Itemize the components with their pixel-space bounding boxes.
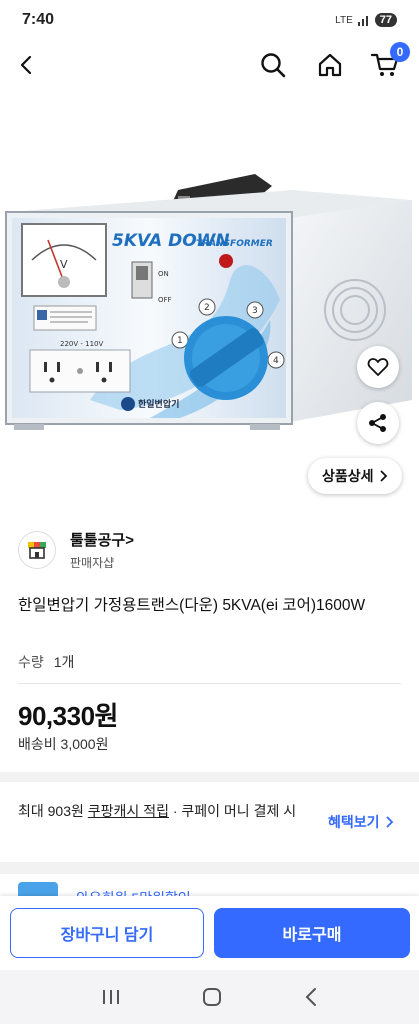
purchase-bar: 장바구니 담기 바로구매 <box>0 896 419 970</box>
divider <box>18 683 401 684</box>
search-button[interactable] <box>256 48 290 82</box>
signal-icon <box>357 16 368 26</box>
price: 90,330원 <box>18 701 118 731</box>
transformer-illustration: 5KVA DOWN TRANSFORMER V ON OFF 1 2 3 4 2… <box>5 174 412 430</box>
on-label: ON <box>158 270 169 278</box>
product-detail-button[interactable]: 상품상세 <box>308 458 402 494</box>
product-detail-label: 상품상세 <box>322 468 374 484</box>
benefit-text: 최대 903원 쿠팡캐시 적립 · 쿠페이 머니 결제 시 <box>18 803 297 819</box>
seller-row[interactable]: 툴툴공구> 판매자샵 <box>18 528 401 572</box>
product-title: 한일변압기 가정용트랜스(다운) 5KVA(ei 코어)1600W <box>18 597 366 614</box>
quantity-row: 수량 1개 <box>18 652 74 672</box>
heart-icon <box>367 358 389 376</box>
status-icons: LTE 77 <box>335 13 397 27</box>
shipping-fee: 배송비 3,000원 <box>18 736 109 752</box>
status-time: 7:40 <box>22 11 55 28</box>
share-icon <box>369 414 386 432</box>
chevron-left-icon <box>20 55 32 75</box>
home-button[interactable] <box>313 48 347 82</box>
chevron-right-icon <box>379 470 387 482</box>
section-divider <box>0 862 419 874</box>
like-button[interactable] <box>357 346 399 388</box>
home-nav-icon[interactable] <box>202 987 222 1007</box>
system-nav-bar <box>0 970 419 1024</box>
product-image[interactable]: 5KVA DOWN TRANSFORMER V ON OFF 1 2 3 4 2… <box>0 100 419 510</box>
add-to-cart-button[interactable]: 장바구니 담기 <box>10 908 204 958</box>
search-icon <box>261 53 286 78</box>
svg-text:V: V <box>60 258 68 271</box>
top-app-bar: 0 <box>0 40 419 88</box>
svg-text:3: 3 <box>252 306 258 316</box>
section-divider <box>0 772 419 782</box>
svg-text:1: 1 <box>177 336 183 346</box>
status-bar: 7:40 LTE 77 <box>0 0 419 40</box>
view-benefits-link[interactable]: 혜택보기 <box>328 812 394 832</box>
buy-now-button[interactable]: 바로구매 <box>214 908 410 958</box>
shop-icon <box>28 542 46 559</box>
voltage-label: 220V - 110V <box>60 340 103 348</box>
seller-logo <box>18 531 56 569</box>
seller-name[interactable]: 툴툴공구> <box>70 529 134 550</box>
chevron-right-icon: > <box>125 532 134 549</box>
brand-label: 한일변압기 <box>138 398 179 410</box>
back-nav-icon[interactable] <box>304 987 318 1007</box>
off-label: OFF <box>158 296 172 304</box>
recent-apps-icon[interactable] <box>101 988 121 1006</box>
cart-button[interactable]: 0 <box>368 42 410 82</box>
svg-text:2: 2 <box>204 303 210 313</box>
back-button[interactable] <box>10 48 44 82</box>
chevron-right-icon <box>385 816 393 828</box>
quantity-label: 수량 <box>18 654 44 670</box>
cart-count-badge: 0 <box>390 42 410 62</box>
network-label: LTE <box>335 14 353 26</box>
home-icon <box>318 53 342 77</box>
share-button[interactable] <box>357 402 399 444</box>
seller-subtitle: 판매자샵 <box>70 556 115 570</box>
battery-indicator: 77 <box>374 13 397 27</box>
coupang-cash-link[interactable]: 쿠팡캐시 적립 <box>88 803 169 819</box>
model-subtitle: TRANSFORMER <box>196 239 273 249</box>
quantity-value: 1개 <box>53 654 75 670</box>
svg-text:4: 4 <box>273 356 279 366</box>
